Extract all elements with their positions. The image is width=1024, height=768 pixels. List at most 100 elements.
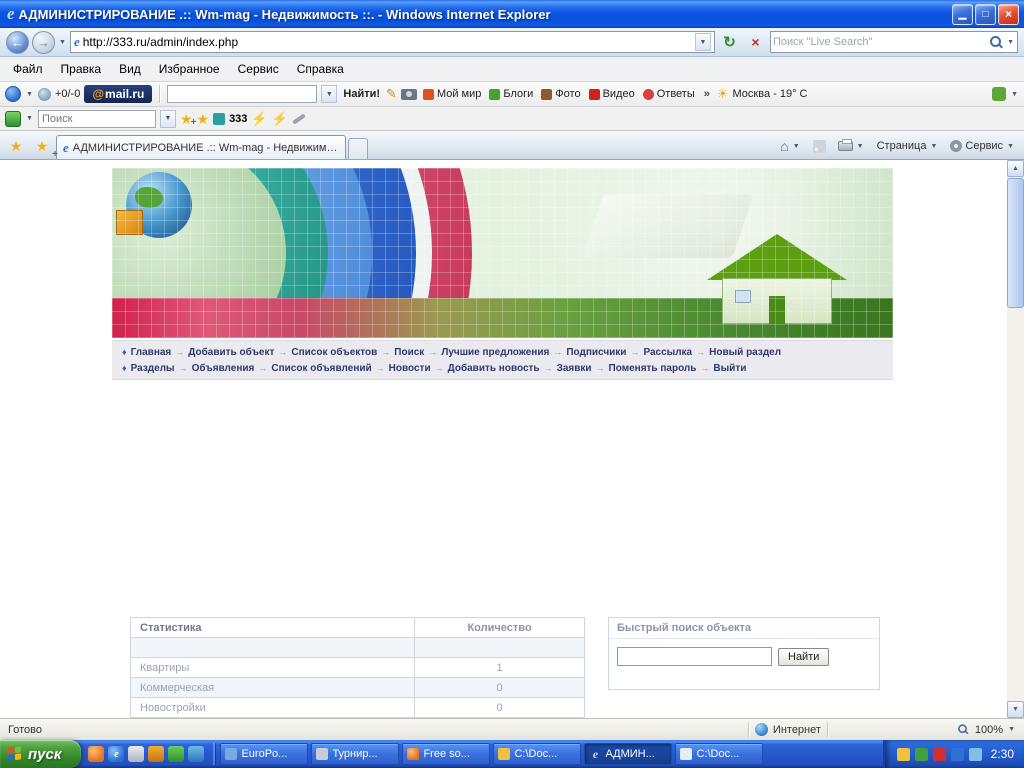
refresh-button[interactable]: ↻ — [718, 31, 741, 54]
nav-link-home[interactable]: Главная — [131, 347, 172, 358]
nav-link-ads-list[interactable]: Список объявлений — [271, 363, 371, 374]
nav-link-add-object[interactable]: Добавить объект — [188, 347, 274, 358]
menu-edit[interactable]: Правка — [52, 59, 111, 79]
nav-link-mailing[interactable]: Рассылка — [643, 347, 692, 358]
print-button[interactable]: ▼ — [833, 134, 870, 158]
lightning-green-icon[interactable]: ⚡ — [272, 111, 288, 127]
home-dropdown-icon: ▼ — [792, 143, 801, 150]
scrollbar-thumb[interactable] — [1007, 178, 1024, 308]
scroll-down-button[interactable]: ▼ — [1007, 701, 1024, 718]
toolbar-overflow-button[interactable]: » — [701, 88, 713, 100]
tray-icon[interactable] — [951, 748, 964, 761]
menu-file[interactable]: Файл — [4, 59, 52, 79]
search-input[interactable] — [773, 36, 985, 48]
nav-link-new-section[interactable]: Новый раздел — [709, 347, 781, 358]
clear-brush-icon[interactable] — [292, 113, 306, 124]
settings-dropdown-icon[interactable]: ▼ — [1010, 91, 1019, 98]
tray-icon[interactable] — [915, 748, 928, 761]
task-turnir[interactable]: Турнир... — [311, 743, 399, 765]
quick-search-button[interactable]: Найти — [778, 648, 829, 666]
mailru-link-foto[interactable]: Фото — [539, 88, 582, 100]
task-cdoc-1[interactable]: C:\Doc... — [493, 743, 581, 765]
task-cdoc-2[interactable]: C:\Doc... — [675, 743, 763, 765]
task-admin-active[interactable]: eАДМИН... — [584, 743, 672, 765]
site-shortcut[interactable]: 333 — [229, 113, 247, 125]
nav-link-sections[interactable]: Разделы — [131, 363, 175, 374]
scroll-up-button[interactable]: ▲ — [1007, 160, 1024, 177]
search-icon[interactable] — [987, 34, 1004, 51]
quicklaunch-show-desktop-icon[interactable] — [128, 746, 144, 762]
tab-admin[interactable]: e АДМИНИСТРИРОВАНИЕ .:: Wm-mag - Недвижи… — [56, 135, 346, 159]
tools-menu-button[interactable]: Сервис▼ — [945, 134, 1020, 158]
lightning-blue-icon[interactable]: ⚡ — [251, 111, 267, 127]
nav-link-add-news[interactable]: Добавить новость — [448, 363, 540, 374]
nav-link-requests[interactable]: Заявки — [557, 363, 592, 374]
task-free-so[interactable]: Free so... — [402, 743, 490, 765]
close-button[interactable]: × — [998, 4, 1019, 25]
vertical-scrollbar[interactable]: ▲ ▼ — [1007, 160, 1024, 718]
quicklaunch-media-icon[interactable] — [148, 746, 164, 762]
site-search-input[interactable] — [38, 110, 156, 128]
mailru-logo-button[interactable]: @ mail.ru — [84, 85, 152, 103]
add-bookmark-icon[interactable]: ★+ — [180, 112, 193, 126]
agent-app-icon[interactable] — [5, 111, 21, 127]
task-europo[interactable]: EuroPo... — [220, 743, 308, 765]
tray-icon[interactable] — [933, 748, 946, 761]
toolbar-logo-icon[interactable] — [5, 86, 21, 102]
address-dropdown-button[interactable]: ▼ — [695, 33, 711, 51]
toolbar-settings-icon[interactable] — [992, 87, 1006, 101]
search-dropdown-button[interactable]: ▼ — [1006, 39, 1015, 46]
stop-button[interactable]: × — [744, 31, 767, 54]
forward-button[interactable]: → — [32, 31, 55, 54]
menu-favorites[interactable]: Избранное — [150, 59, 229, 79]
nav-link-ads[interactable]: Объявления — [192, 363, 255, 374]
nav-link-logout[interactable]: Выйти — [713, 363, 746, 374]
nav-link-search[interactable]: Поиск — [394, 347, 424, 358]
mailru-link-moy-mir[interactable]: Мой мир — [421, 88, 483, 100]
history-dropdown-button[interactable]: ▼ — [58, 39, 67, 46]
camera-icon[interactable] — [401, 89, 417, 100]
mailru-link-blogi[interactable]: Блоги — [487, 88, 535, 100]
quick-search-input[interactable] — [617, 647, 772, 666]
agent-dropdown-icon[interactable]: ▼ — [25, 115, 34, 122]
quicklaunch-app-icon[interactable] — [188, 746, 204, 762]
menu-help[interactable]: Справка — [288, 59, 353, 79]
clock[interactable]: 2:30 — [987, 747, 1014, 761]
mailru-find-button[interactable]: Найти! — [341, 88, 382, 100]
nav-link-object-list[interactable]: Список объектов — [291, 347, 377, 358]
add-to-favorites-button[interactable]: ★+ — [30, 134, 54, 158]
menu-tools[interactable]: Сервис — [229, 59, 288, 79]
mail-counter[interactable]: +0/-0 — [55, 88, 80, 100]
compose-icon[interactable]: ✎ — [386, 86, 397, 102]
url-input[interactable] — [83, 35, 692, 49]
home-button[interactable]: ⌂▼ — [775, 134, 805, 158]
zoom-control[interactable]: 100% ▼ — [954, 721, 1016, 738]
weather-label[interactable]: Москва - 19° C — [733, 88, 808, 100]
minimize-button[interactable]: ▁ — [952, 4, 973, 25]
nav-link-subscribers[interactable]: Подписчики — [566, 347, 626, 358]
quicklaunch-ie-icon[interactable]: e — [108, 746, 124, 762]
start-button[interactable]: пуск — [0, 740, 81, 768]
nav-link-change-password[interactable]: Поменять пароль — [609, 363, 697, 374]
nav-link-news[interactable]: Новости — [389, 363, 431, 374]
maximize-button[interactable]: □ — [975, 4, 996, 25]
quicklaunch-browser-icon[interactable] — [88, 746, 104, 762]
tray-icon[interactable] — [897, 748, 910, 761]
mailru-link-otvety[interactable]: Ответы — [641, 88, 697, 100]
tray-icon[interactable] — [969, 748, 982, 761]
favorites-star-icon[interactable]: ★ — [197, 112, 210, 126]
nav-link-best-offers[interactable]: Лучшие предложения — [441, 347, 549, 358]
new-tab-button[interactable] — [348, 138, 368, 159]
quicklaunch-messenger-icon[interactable] — [168, 746, 184, 762]
mailru-search-input[interactable] — [167, 85, 317, 103]
menu-view[interactable]: Вид — [110, 59, 150, 79]
chevron-down-icon[interactable]: ▼ — [25, 91, 34, 98]
diamond-bullet-icon: ♦ — [122, 363, 127, 373]
feeds-button[interactable] — [808, 134, 831, 158]
page-menu-button[interactable]: Страница▼ — [872, 134, 944, 158]
site-search-dropdown[interactable]: ▼ — [160, 110, 176, 128]
favorites-center-button[interactable]: ★ — [4, 134, 28, 158]
mailru-search-dropdown[interactable]: ▼ — [321, 85, 337, 103]
mailru-link-video[interactable]: Видео — [587, 88, 637, 100]
back-button[interactable]: ← — [6, 31, 29, 54]
